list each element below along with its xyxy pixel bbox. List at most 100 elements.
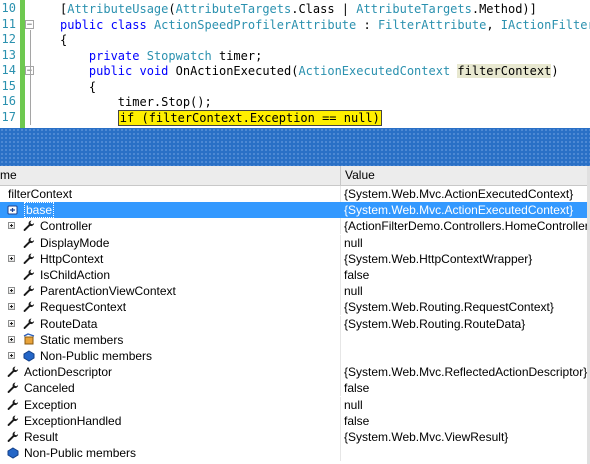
collapse-icon[interactable]: − bbox=[25, 19, 34, 29]
column-divider bbox=[340, 445, 341, 462]
watch-name: Result bbox=[24, 429, 58, 445]
watch-value: {ActionFilterDemo.Controllers.HomeContro… bbox=[344, 219, 590, 234]
code-line[interactable]: public class ActionSpeedProfilerAttribut… bbox=[60, 17, 590, 33]
column-divider bbox=[340, 250, 341, 267]
watch-value: false bbox=[344, 381, 370, 396]
code-token: timer.Stop(); bbox=[60, 95, 212, 109]
code-token: { bbox=[60, 33, 68, 47]
watch-name-text: ActionDescriptor bbox=[24, 365, 113, 380]
code-token: Stopwatch bbox=[146, 48, 212, 63]
column-divider bbox=[340, 396, 341, 413]
watch-name: IsChildAction bbox=[40, 267, 110, 283]
watch-row[interactable]: ExceptionHandled false bbox=[0, 412, 590, 429]
code-line[interactable]: { bbox=[60, 32, 67, 48]
watch-value: null bbox=[344, 397, 363, 412]
name-column-header[interactable]: me bbox=[0, 168, 17, 182]
watch-row[interactable]: Non-Public members bbox=[0, 445, 590, 462]
watch-row[interactable]: RequestContext {System.Web.Routing.Reques… bbox=[0, 299, 590, 316]
watch-name-text: Exception bbox=[24, 397, 77, 412]
watch-row[interactable]: ParentActionViewContext null bbox=[0, 283, 590, 300]
wrench-icon bbox=[6, 414, 20, 428]
code-token: OnActionExecuted( bbox=[168, 64, 299, 78]
watch-name-text: Result bbox=[24, 430, 59, 444]
code-token: filterContext bbox=[457, 64, 552, 78]
column-divider bbox=[340, 234, 341, 251]
wrench-icon bbox=[22, 219, 36, 233]
code-token: : bbox=[356, 17, 378, 32]
watch-value: {System.Web.Mvc.ActionExecutedContext} bbox=[344, 187, 574, 201]
code-line[interactable]: timer.Stop(); bbox=[60, 94, 212, 110]
watch-name: Non-Public members bbox=[40, 348, 152, 364]
watch-name-text: Canceled bbox=[24, 381, 75, 396]
column-divider bbox=[340, 364, 341, 381]
watch-row[interactable]: Static members bbox=[0, 331, 590, 348]
code-token: public bbox=[88, 64, 133, 78]
code-line[interactable]: private Stopwatch timer; bbox=[60, 48, 262, 64]
pane-separator[interactable] bbox=[0, 128, 590, 166]
code-token: AttributeTargets bbox=[356, 2, 472, 16]
watch-row[interactable]: Non-Public members bbox=[0, 348, 590, 364]
watch-row[interactable]: Exception null bbox=[0, 396, 590, 413]
watch-name: RequestContext bbox=[40, 299, 126, 315]
base-class-icon bbox=[6, 203, 20, 217]
column-divider bbox=[340, 315, 341, 332]
watch-name: ParentActionViewContext bbox=[40, 283, 176, 299]
column-divider bbox=[340, 283, 341, 300]
watch-row[interactable]: RouteData {System.Web.Routing.RouteData} bbox=[0, 315, 590, 332]
expand-icon[interactable] bbox=[8, 222, 15, 230]
watch-row[interactable]: DisplayMode null bbox=[0, 234, 590, 251]
watch-window: me Value filterContext {System.Web.Mvc.Ac… bbox=[0, 166, 590, 464]
watch-row[interactable]: filterContext {System.Web.Mvc.ActionExecu… bbox=[0, 186, 590, 202]
code-token: AttributeUsage bbox=[67, 2, 169, 16]
watch-name: ActionDescriptor bbox=[24, 364, 112, 380]
column-divider[interactable] bbox=[340, 166, 341, 185]
column-divider bbox=[340, 202, 341, 219]
expand-icon[interactable] bbox=[8, 254, 15, 262]
column-divider bbox=[340, 348, 341, 364]
code-line[interactable]: [AttributeUsage(AttributeTargets.Class |… bbox=[60, 1, 537, 17]
code-line[interactable]: { bbox=[60, 79, 96, 95]
code-line[interactable]: public void OnActionExecuted(ActionExecu… bbox=[60, 63, 559, 79]
wrench-icon bbox=[22, 300, 36, 314]
expand-icon[interactable] bbox=[8, 287, 15, 295]
expand-icon[interactable] bbox=[8, 319, 15, 327]
column-divider bbox=[340, 267, 341, 283]
line-number: 16 bbox=[1, 94, 16, 108]
watch-row[interactable]: IsChildAction false bbox=[0, 267, 590, 283]
watch-name-text: Non-Public members bbox=[24, 446, 137, 461]
expand-icon[interactable] bbox=[8, 352, 15, 359]
watch-header: me Value bbox=[0, 166, 590, 186]
watch-name-text: IsChildAction bbox=[40, 268, 111, 282]
watch-value: {System.Web.Routing.RequestContext} bbox=[344, 300, 554, 315]
watch-name: Exception bbox=[24, 397, 77, 413]
watch-name-text: RouteData bbox=[40, 316, 98, 331]
watch-row[interactable]: Controller {ActionFilterDemo.Controllers.… bbox=[0, 218, 590, 235]
value-column-header[interactable]: Value bbox=[345, 168, 375, 182]
watch-name: base bbox=[24, 202, 55, 219]
watch-value: {System.Web.Routing.RouteData} bbox=[344, 316, 526, 331]
watch-value: false bbox=[344, 268, 370, 282]
watch-row[interactable]: Canceled false bbox=[0, 380, 590, 397]
watch-row[interactable]: Result {System.Web.Mvc.ViewResult} bbox=[0, 429, 590, 445]
expand-icon[interactable] bbox=[8, 335, 15, 343]
watch-name-text: RequestContext bbox=[40, 300, 127, 315]
code-token: { bbox=[60, 79, 97, 94]
watch-name: DisplayMode bbox=[40, 235, 109, 251]
expand-icon[interactable] bbox=[8, 303, 15, 311]
watch-row[interactable]: ActionDescriptor {System.Web.Mvc.Reflecte… bbox=[0, 364, 590, 381]
watch-name-text: ParentActionViewContext bbox=[40, 284, 176, 299]
watch-row[interactable]: base {System.Web.Mvc.ActionExecutedContex… bbox=[0, 202, 590, 219]
line-number: 10 bbox=[1, 1, 16, 15]
watch-name-text: HttpContext bbox=[40, 251, 104, 266]
line-number: 12 bbox=[1, 32, 16, 46]
code-line[interactable]: if (filterContext.Exception == null) bbox=[60, 109, 382, 126]
watch-name: HttpContext bbox=[40, 251, 103, 267]
watch-row[interactable]: HttpContext {System.Web.HttpContextWrappe… bbox=[0, 250, 590, 267]
watch-name: Canceled bbox=[24, 380, 75, 396]
code-token: IActionFilter bbox=[500, 17, 590, 32]
column-divider bbox=[340, 299, 341, 316]
column-divider bbox=[340, 429, 341, 445]
code-editor[interactable]: 10 [AttributeUsage(AttributeTargets.Class… bbox=[0, 0, 590, 128]
